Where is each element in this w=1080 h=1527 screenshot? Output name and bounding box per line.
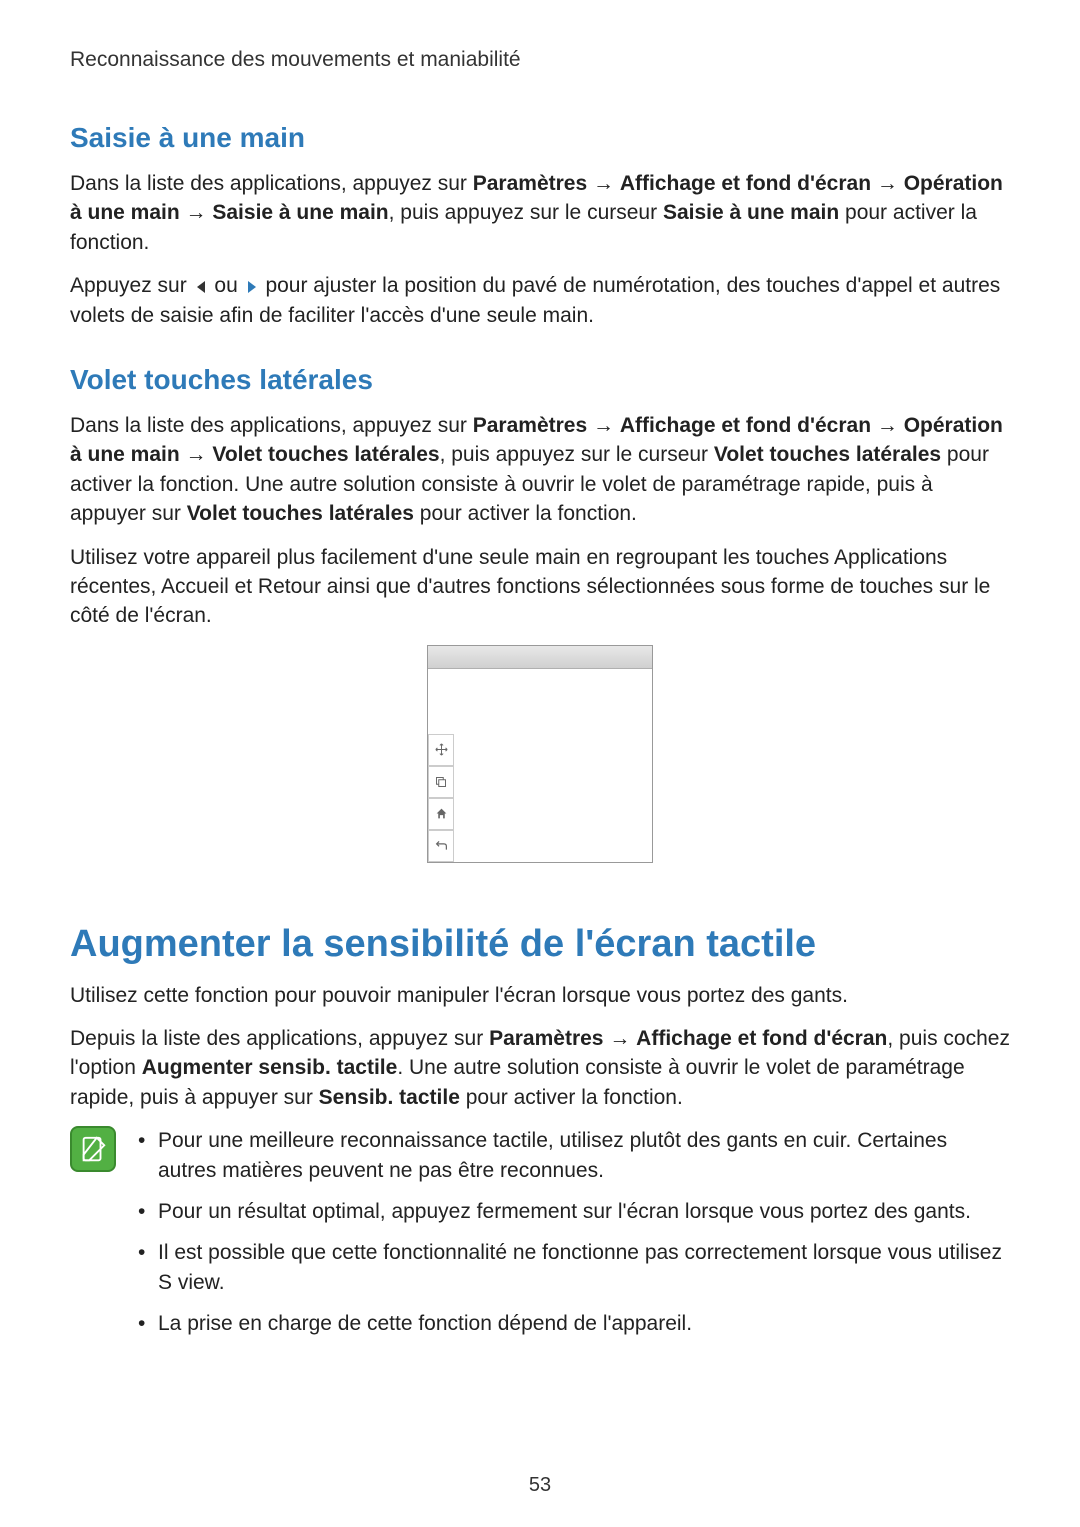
- heading-side-keys: Volet touches latérales: [70, 364, 1010, 396]
- note-icon: [70, 1126, 116, 1172]
- one-hand-p1: Dans la liste des applications, appuyez …: [70, 169, 1010, 257]
- note-item: Pour une meilleure reconnaissance tactil…: [134, 1126, 1010, 1185]
- note-item: Il est possible que cette fonctionnalité…: [134, 1238, 1010, 1297]
- note-list: Pour une meilleure reconnaissance tactil…: [134, 1126, 1010, 1350]
- back-icon: [428, 830, 454, 862]
- side-keys-p2: Utilisez votre appareil plus facilement …: [70, 543, 1010, 631]
- section-one-hand-input: Saisie à une main Dans la liste des appl…: [70, 122, 1010, 330]
- side-keys-p1: Dans la liste des applications, appuyez …: [70, 411, 1010, 529]
- phone-screen: [428, 669, 652, 862]
- note-box: Pour une meilleure reconnaissance tactil…: [70, 1126, 1010, 1350]
- sensitivity-p2: Depuis la liste des applications, appuye…: [70, 1024, 1010, 1112]
- triangle-right-icon: [244, 279, 260, 295]
- heading-one-hand: Saisie à une main: [70, 122, 1010, 154]
- page-header: Reconnaissance des mouvements et maniabi…: [70, 48, 1010, 72]
- side-key-panel: [428, 734, 454, 862]
- one-hand-p2: Appuyez sur ou pour ajuster la position …: [70, 271, 1010, 330]
- triangle-left-icon: [193, 279, 209, 295]
- phone-statusbar: [428, 646, 652, 669]
- recent-apps-icon: [428, 766, 454, 798]
- move-icon: [428, 734, 454, 766]
- heading-touch-sensitivity: Augmenter la sensibilité de l'écran tact…: [70, 923, 1010, 966]
- note-item: Pour un résultat optimal, appuyez fermem…: [134, 1197, 1010, 1226]
- phone-illustration: [427, 645, 653, 863]
- section-side-keys: Volet touches latérales Dans la liste de…: [70, 364, 1010, 863]
- note-item: La prise en charge de cette fonction dép…: [134, 1309, 1010, 1338]
- page-number: 53: [0, 1474, 1080, 1497]
- sensitivity-p1: Utilisez cette fonction pour pouvoir man…: [70, 981, 1010, 1010]
- home-icon: [428, 798, 454, 830]
